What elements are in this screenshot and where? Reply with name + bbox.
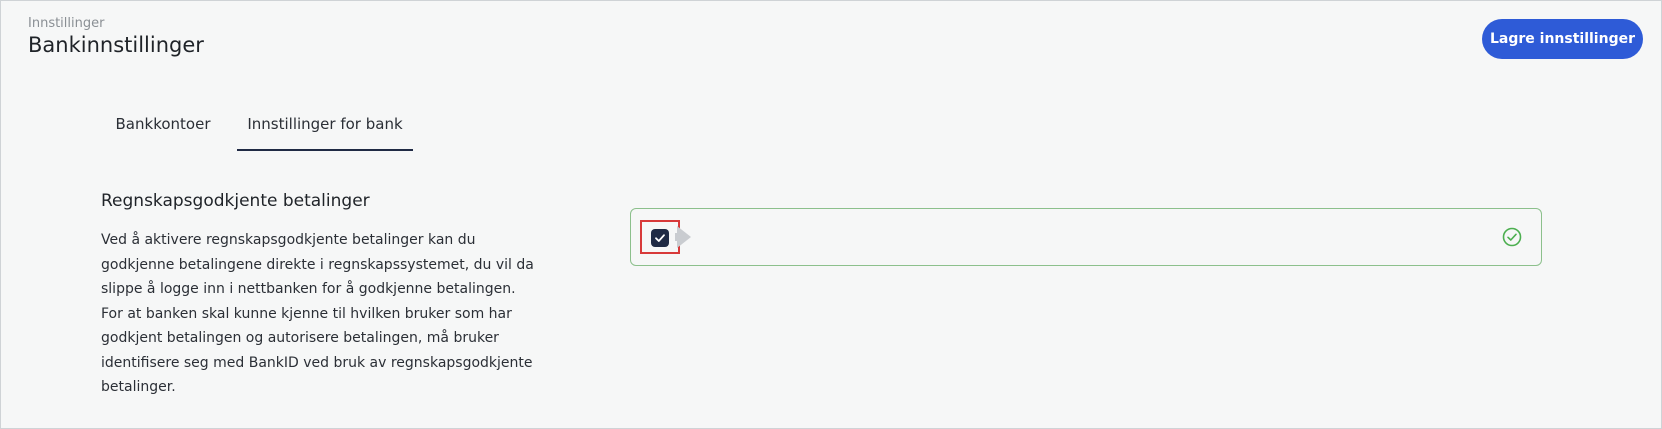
pointer-arrow-icon [677, 226, 691, 248]
checkmark-icon [655, 234, 665, 242]
tab-bank-accounts[interactable]: Bankkontoer [101, 115, 225, 149]
check-circle-icon [1502, 227, 1522, 247]
accounting-approved-payments-setting [630, 208, 1542, 266]
save-settings-button[interactable]: Lagre innstillinger [1482, 19, 1643, 59]
section-description: Ved å aktivere regnskapsgodkjente betali… [101, 232, 534, 395]
accounting-approved-payments-checkbox[interactable] [651, 229, 669, 247]
tab-bank-settings[interactable]: Innstillinger for bank [237, 115, 413, 151]
settings-page: Innstillinger Bankinnstillinger Lagre in… [0, 0, 1662, 429]
breadcrumb[interactable]: Innstillinger [28, 16, 104, 31]
section-title: Regnskapsgodkjente betalinger [101, 191, 370, 211]
page-title: Bankinnstillinger [28, 33, 204, 57]
